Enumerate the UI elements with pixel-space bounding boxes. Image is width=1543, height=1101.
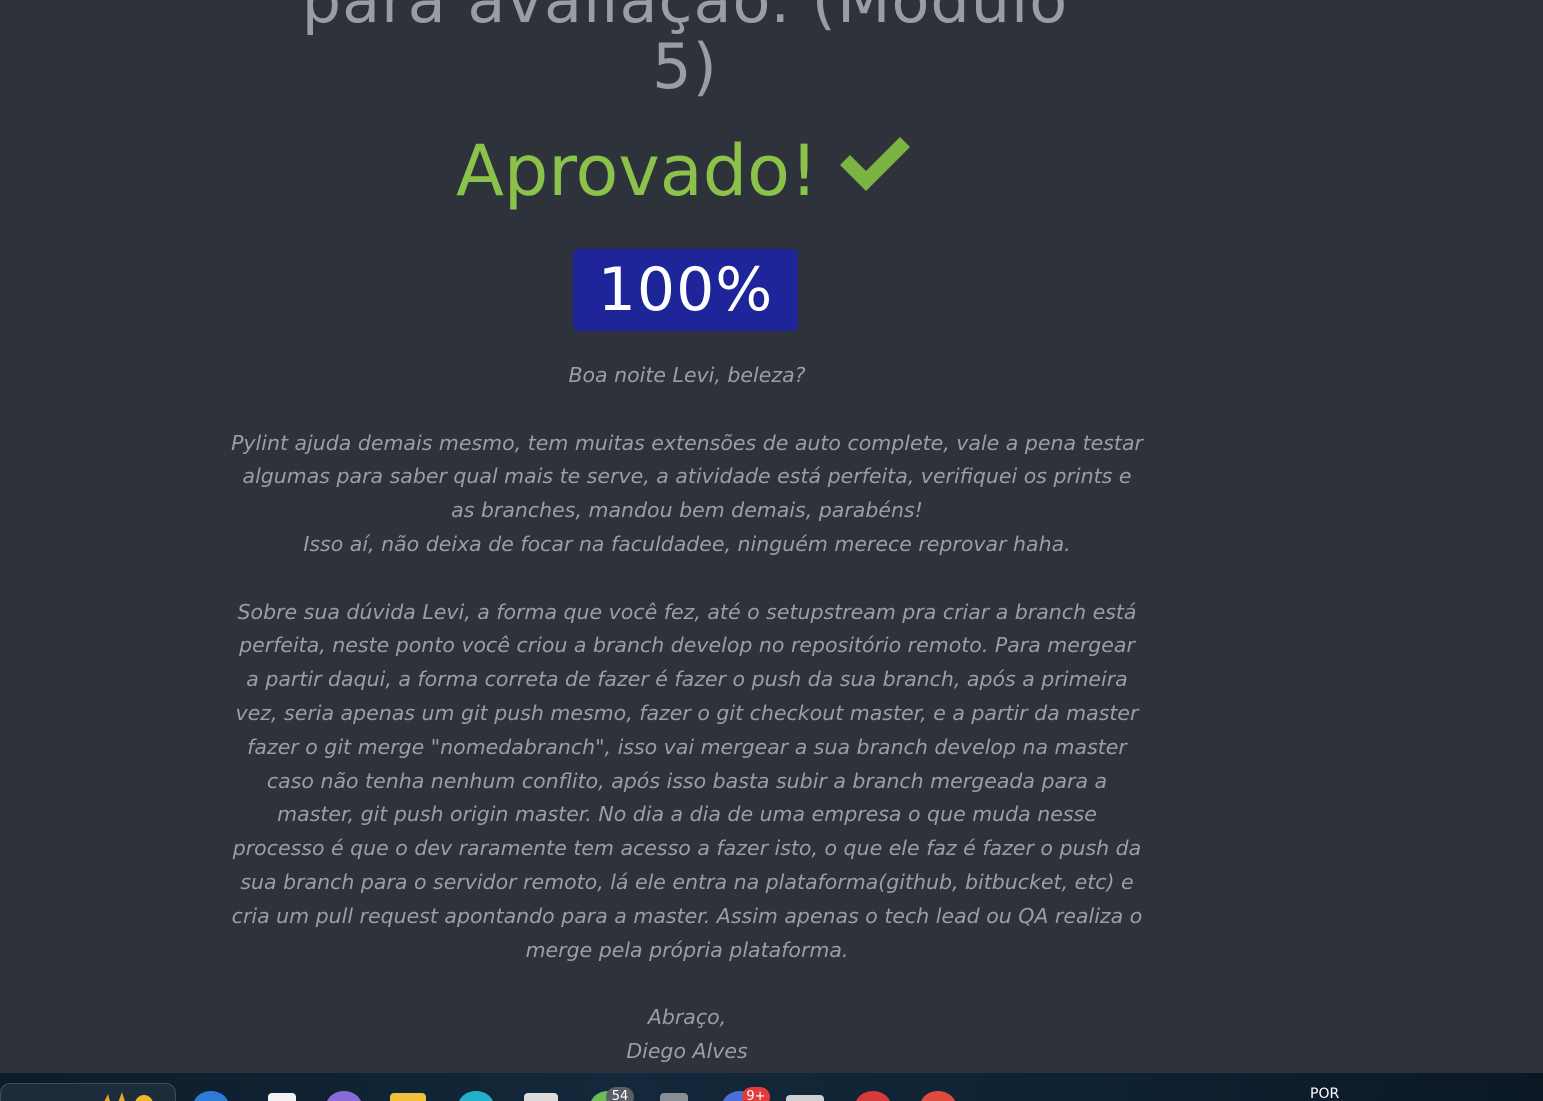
page-title-line-2: 5) bbox=[652, 30, 718, 103]
app-icon[interactable] bbox=[326, 1091, 362, 1101]
notifications-badge: 9+ bbox=[742, 1087, 770, 1101]
chat-badge: 54 bbox=[606, 1087, 634, 1101]
feedback-signature: Diego Alves bbox=[626, 1038, 748, 1063]
score-badge: 100% bbox=[573, 249, 798, 331]
language-indicator[interactable]: POR bbox=[1310, 1086, 1339, 1101]
security-icon[interactable] bbox=[660, 1093, 688, 1101]
feedback-message: Boa noite Levi, beleza? Pylint ajuda dem… bbox=[230, 359, 1144, 1069]
feedback-paragraph: Sobre sua dúvida Levi, a forma que você … bbox=[231, 599, 1143, 962]
browser-icon[interactable] bbox=[458, 1091, 494, 1101]
notepad-icon[interactable] bbox=[268, 1093, 296, 1101]
feedback-closing: Abraço, bbox=[647, 1005, 727, 1030]
feedback-paragraph: Pylint ajuda demais mesmo, tem muitas ex… bbox=[231, 430, 1143, 523]
feedback-paragraph: Isso aí, não deixa de focar na faculdade… bbox=[303, 531, 1071, 556]
page-title: para avaliação. (Módulo 5) bbox=[230, 0, 1140, 100]
windows-taskbar: 54 9+ POR bbox=[0, 1073, 1543, 1101]
chrome-icon[interactable] bbox=[855, 1091, 891, 1101]
feedback-greeting: Boa noite Levi, beleza? bbox=[568, 363, 806, 387]
weather-icon bbox=[104, 1092, 153, 1101]
checkmark-icon bbox=[836, 128, 914, 214]
calculator-icon[interactable] bbox=[786, 1095, 824, 1101]
app-icon[interactable] bbox=[920, 1091, 956, 1101]
edge-icon[interactable] bbox=[193, 1091, 229, 1101]
store-icon[interactable] bbox=[524, 1093, 558, 1101]
approval-status: Aprovado! bbox=[300, 128, 1070, 214]
feedback-page: para avaliação. (Módulo 5) Aprovado! 100… bbox=[0, 0, 1543, 1073]
weather-widget[interactable] bbox=[0, 1083, 176, 1101]
folder-icon[interactable] bbox=[390, 1093, 426, 1101]
approval-status-text: Aprovado! bbox=[455, 130, 819, 212]
